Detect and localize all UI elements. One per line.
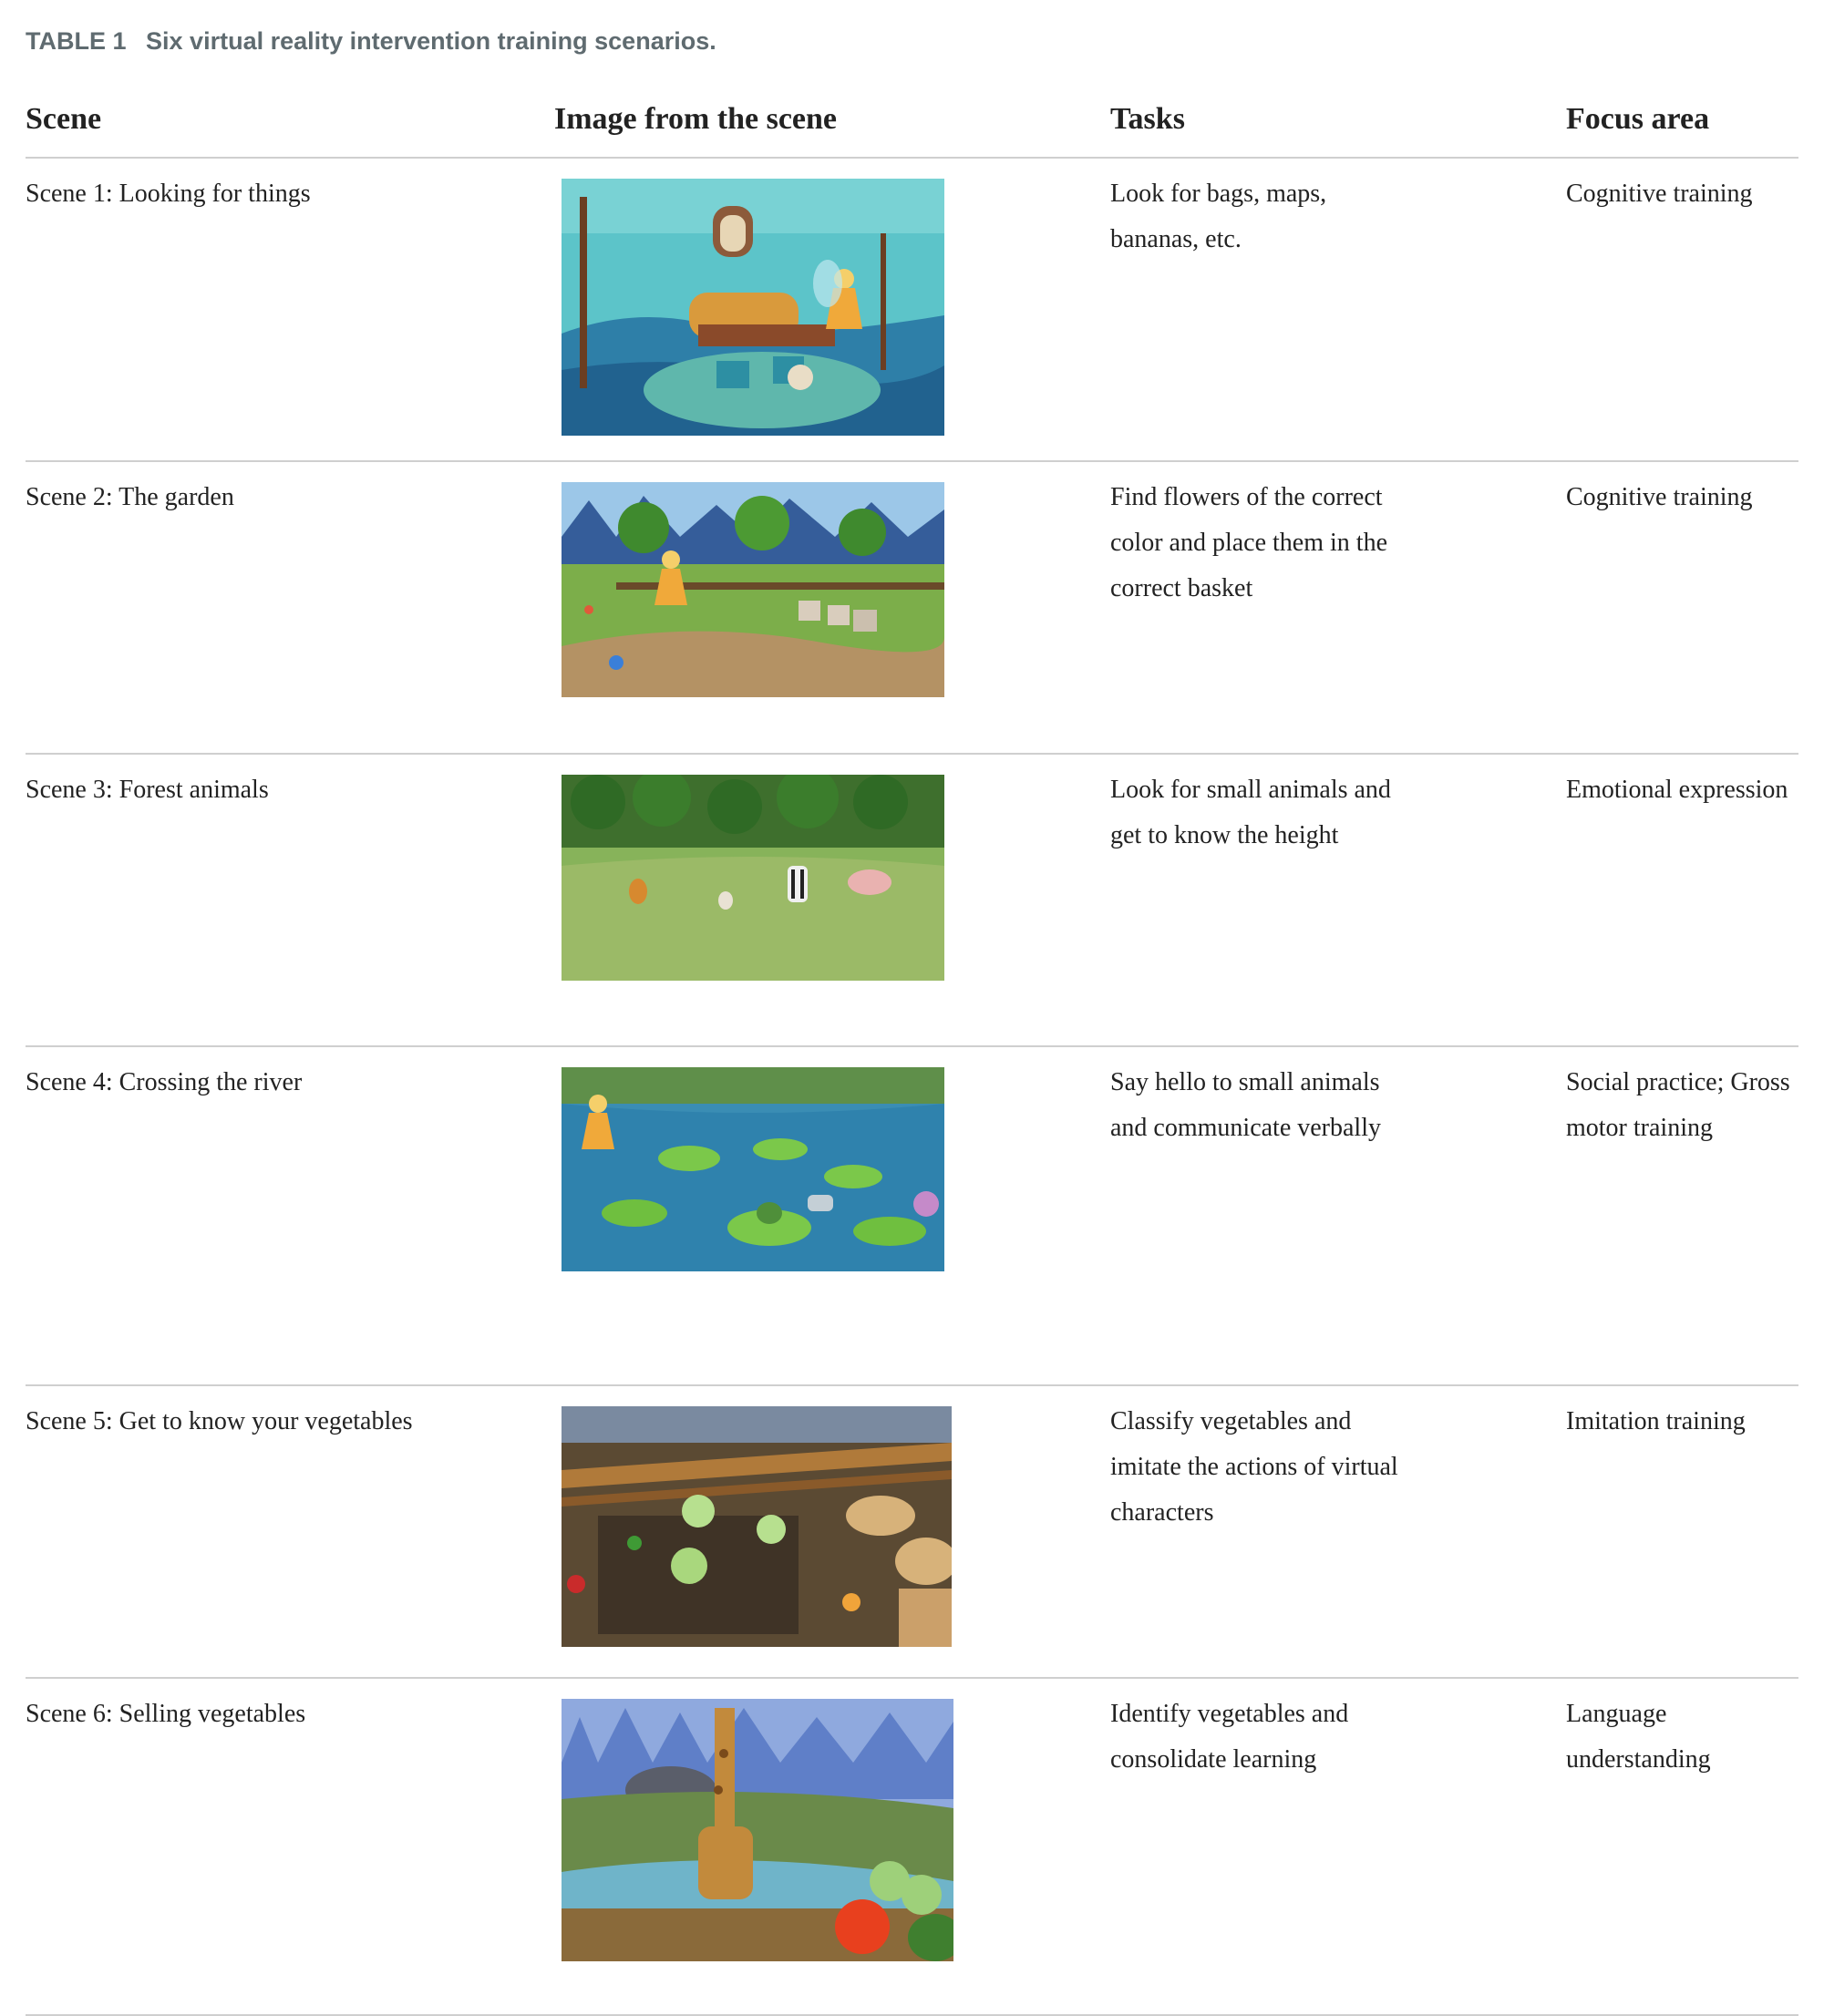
- scene-name: Scene 5: Get to know your vegetables: [26, 1385, 554, 1679]
- focus-area: Cognitive training: [1566, 158, 1798, 462]
- scenarios-table: Scene Image from the scene Tasks Focus a…: [26, 82, 1798, 2016]
- focus-area: Emotional expression: [1566, 754, 1798, 1047]
- scene-name: Scene 2: The garden: [26, 461, 554, 755]
- header-scene: Scene: [26, 82, 554, 159]
- scene-2-image: [562, 482, 1110, 697]
- scene-6-image: [562, 1699, 1110, 1961]
- task-text: Identify vegetables and consolidate lear…: [1110, 1678, 1566, 2016]
- scene-name: Scene 3: Forest animals: [26, 754, 554, 1047]
- header-image: Image from the scene: [554, 82, 1110, 159]
- header-tasks: Tasks: [1110, 82, 1566, 159]
- scene-name: Scene 1: Looking for things: [26, 158, 554, 462]
- table-header-row: Scene Image from the scene Tasks Focus a…: [26, 82, 1798, 159]
- task-text: Look for bags, maps, bananas, etc.: [1110, 158, 1566, 462]
- focus-area: Imitation training: [1566, 1385, 1798, 1679]
- table-row: Scene 5: Get to know your vegetables Cla…: [26, 1385, 1798, 1679]
- table-caption: TABLE 1 Six virtual reality intervention…: [26, 27, 716, 56]
- scene-1-image: [562, 179, 1110, 436]
- table-row: Scene 2: The garden Find flowers of the …: [26, 461, 1798, 755]
- header-focus: Focus area: [1566, 82, 1798, 159]
- scene-name: Scene 6: Selling vegetables: [26, 1678, 554, 2016]
- table-row: Scene 3: Forest animals Look for small a…: [26, 754, 1798, 1047]
- focus-area: Social practice; Gross motor training: [1566, 1046, 1798, 1386]
- scene-3-image: [562, 775, 1110, 981]
- scene-5-image: [562, 1406, 1110, 1647]
- task-text: Find flowers of the correct color and pl…: [1110, 461, 1566, 755]
- table-row: Scene 4: Crossing the river Say hello to…: [26, 1046, 1798, 1386]
- scene-name: Scene 4: Crossing the river: [26, 1046, 554, 1386]
- table-label: TABLE 1: [26, 27, 127, 55]
- task-text: Look for small animals and get to know t…: [1110, 754, 1566, 1047]
- table-title: Six virtual reality intervention trainin…: [146, 27, 716, 55]
- focus-area: Language understanding: [1566, 1678, 1798, 2016]
- focus-area: Cognitive training: [1566, 461, 1798, 755]
- task-text: Classify vegetables and imitate the acti…: [1110, 1385, 1566, 1679]
- table-row: Scene 6: Selling vegetables Identify veg…: [26, 1678, 1798, 2016]
- task-text: Say hello to small animals and communica…: [1110, 1046, 1566, 1386]
- scene-4-image: [562, 1067, 1110, 1271]
- table-row: Scene 1: Looking for things Look for bag…: [26, 158, 1798, 462]
